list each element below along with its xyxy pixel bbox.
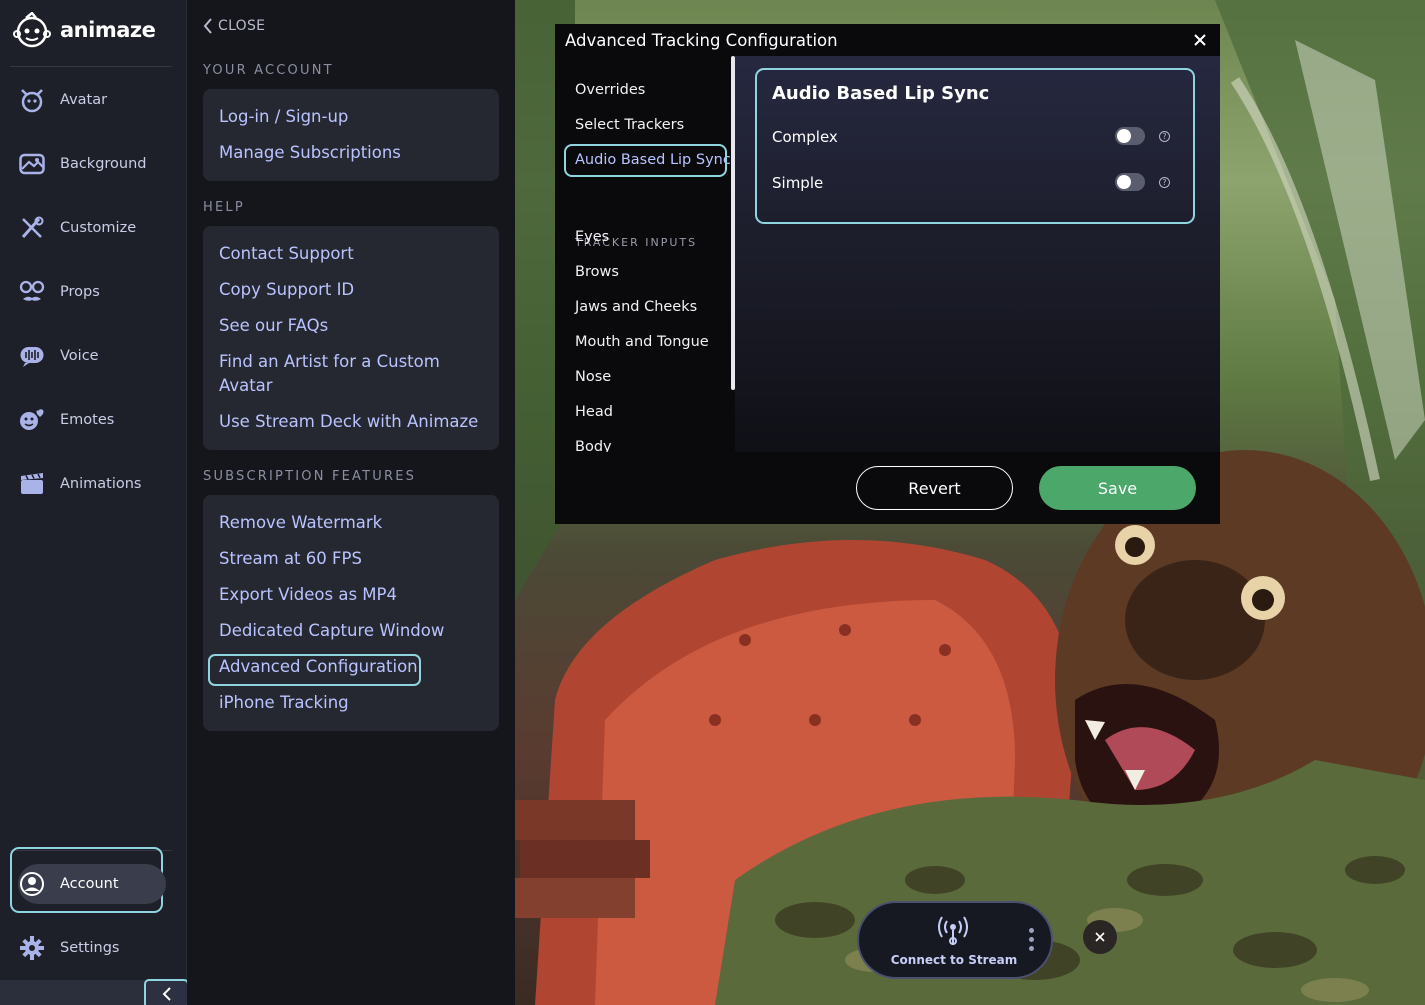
nav-overrides[interactable]: Overrides bbox=[575, 82, 645, 98]
sidebar-item-label: Account bbox=[60, 876, 119, 892]
subscription-card: Remove Watermark Stream at 60 FPS Export… bbox=[203, 495, 499, 731]
sidebar-item-voice[interactable]: Voice bbox=[18, 336, 168, 376]
sidebar-item-animations[interactable]: Animations bbox=[18, 464, 168, 504]
nav-jaws-cheeks[interactable]: Jaws and Cheeks bbox=[575, 299, 697, 315]
contact-support-link[interactable]: Contact Support bbox=[219, 242, 354, 266]
export-mp4-link[interactable]: Export Videos as MP4 bbox=[219, 583, 397, 607]
close-icon bbox=[1095, 932, 1105, 942]
complex-toggle[interactable] bbox=[1115, 127, 1145, 145]
more-options-icon[interactable] bbox=[1029, 928, 1035, 955]
nav-body[interactable]: Body bbox=[575, 439, 612, 452]
capture-window-link[interactable]: Dedicated Capture Window bbox=[219, 619, 444, 643]
nav-mouth-tongue[interactable]: Mouth and Tongue bbox=[575, 334, 709, 350]
sidebar-item-label: Props bbox=[60, 284, 100, 300]
emotes-icon bbox=[18, 406, 46, 434]
simple-help-icon[interactable]: ? bbox=[1159, 177, 1170, 188]
faqs-link[interactable]: See our FAQs bbox=[219, 314, 328, 338]
account-icon bbox=[18, 870, 46, 898]
sidebar-item-label: Voice bbox=[60, 348, 99, 364]
sidebar-item-emotes[interactable]: Emotes bbox=[18, 400, 168, 440]
broadcast-icon bbox=[938, 916, 968, 945]
chevron-left-icon bbox=[162, 987, 171, 1001]
login-signup-link[interactable]: Log-in / Sign-up bbox=[219, 105, 348, 129]
app-logo[interactable]: animaze bbox=[12, 12, 156, 48]
stream-60fps-link[interactable]: Stream at 60 FPS bbox=[219, 547, 362, 571]
collapse-stream-button[interactable] bbox=[1083, 920, 1117, 954]
section-heading-your-account: YOUR ACCOUNT bbox=[203, 63, 334, 78]
close-icon bbox=[1194, 34, 1206, 46]
props-icon bbox=[18, 278, 46, 306]
nav-head[interactable]: Head bbox=[575, 404, 613, 420]
avatar-icon bbox=[18, 86, 46, 114]
your-account-card: Log-in / Sign-up Manage Subscriptions bbox=[203, 89, 499, 181]
close-label: CLOSE bbox=[218, 18, 266, 34]
save-button[interactable]: Save bbox=[1039, 466, 1196, 510]
main-sidebar: animaze Avatar Background Customize Prop… bbox=[0, 0, 189, 1005]
gear-icon bbox=[18, 934, 46, 962]
connect-to-stream-label: Connect to Stream bbox=[890, 953, 1018, 967]
chevron-left-icon bbox=[203, 18, 212, 34]
complex-label: Complex bbox=[772, 128, 838, 146]
nav-brows[interactable]: Brows bbox=[575, 264, 619, 280]
collapse-sidebar-button[interactable] bbox=[144, 979, 189, 1005]
nav-nose[interactable]: Nose bbox=[575, 369, 611, 385]
sidebar-divider bbox=[10, 66, 172, 67]
sidebar-item-label: Settings bbox=[60, 940, 120, 956]
voice-icon bbox=[18, 342, 46, 370]
sidebar-item-customize[interactable]: Customize bbox=[18, 208, 168, 248]
complex-help-icon[interactable]: ? bbox=[1159, 131, 1170, 142]
nav-selected-highlight bbox=[564, 144, 727, 177]
close-dialog-button[interactable] bbox=[1192, 32, 1208, 48]
lip-sync-group: Audio Based Lip Sync Complex ? Simple ? bbox=[755, 68, 1195, 224]
help-card: Contact Support Copy Support ID See our … bbox=[203, 226, 499, 450]
section-heading-help: HELP bbox=[203, 200, 245, 215]
sidebar-item-label: Animations bbox=[60, 476, 142, 492]
animations-icon bbox=[18, 470, 46, 498]
animaze-logo-icon bbox=[13, 12, 51, 48]
nav-eyes[interactable]: Eyes bbox=[575, 229, 609, 245]
sidebar-item-props[interactable]: Props bbox=[18, 272, 168, 312]
copy-support-id-link[interactable]: Copy Support ID bbox=[219, 278, 354, 302]
logo-text: animaze bbox=[60, 18, 156, 42]
dialog-content: Audio Based Lip Sync Complex ? Simple ? bbox=[735, 56, 1220, 452]
remove-watermark-link[interactable]: Remove Watermark bbox=[219, 511, 382, 535]
sidebar-item-label: Customize bbox=[60, 220, 137, 236]
nav-select-trackers[interactable]: Select Trackers bbox=[575, 117, 684, 133]
sidebar-item-label: Avatar bbox=[60, 92, 108, 108]
sidebar-item-label: Background bbox=[60, 156, 147, 172]
connect-to-stream-button[interactable]: Connect to Stream bbox=[857, 901, 1053, 979]
account-panel: CLOSE YOUR ACCOUNT Log-in / Sign-up Mana… bbox=[187, 0, 515, 1005]
simple-label: Simple bbox=[772, 174, 824, 192]
sidebar-item-settings[interactable]: Settings bbox=[18, 928, 168, 968]
sidebar-item-label: Emotes bbox=[60, 412, 115, 428]
sidebar-item-background[interactable]: Background bbox=[18, 144, 168, 184]
stream-deck-link[interactable]: Use Stream Deck with Animaze bbox=[219, 410, 478, 434]
close-panel-button[interactable]: CLOSE bbox=[203, 18, 265, 34]
background-icon bbox=[18, 150, 46, 178]
sidebar-item-account[interactable]: Account bbox=[18, 864, 168, 904]
sidebar-item-avatar[interactable]: Avatar bbox=[18, 80, 168, 120]
find-artist-link[interactable]: Find an Artist for a Custom bbox=[219, 350, 440, 374]
revert-button[interactable]: Revert bbox=[856, 466, 1013, 510]
manage-subscriptions-link[interactable]: Manage Subscriptions bbox=[219, 141, 401, 165]
section-heading-subscription: SUBSCRIPTION FEATURES bbox=[203, 469, 417, 484]
advanced-configuration-highlight bbox=[208, 654, 421, 686]
find-artist-link-line2[interactable]: Avatar bbox=[219, 374, 273, 398]
simple-toggle[interactable] bbox=[1115, 173, 1145, 191]
lip-sync-title: Audio Based Lip Sync bbox=[772, 83, 990, 104]
customize-icon bbox=[18, 214, 46, 242]
dialog-nav: Overrides Select Trackers Audio Based Li… bbox=[555, 56, 735, 452]
iphone-tracking-link[interactable]: iPhone Tracking bbox=[219, 691, 349, 715]
advanced-tracking-dialog: Advanced Tracking Configuration Override… bbox=[555, 24, 1220, 524]
dialog-title: Advanced Tracking Configuration bbox=[565, 31, 838, 50]
